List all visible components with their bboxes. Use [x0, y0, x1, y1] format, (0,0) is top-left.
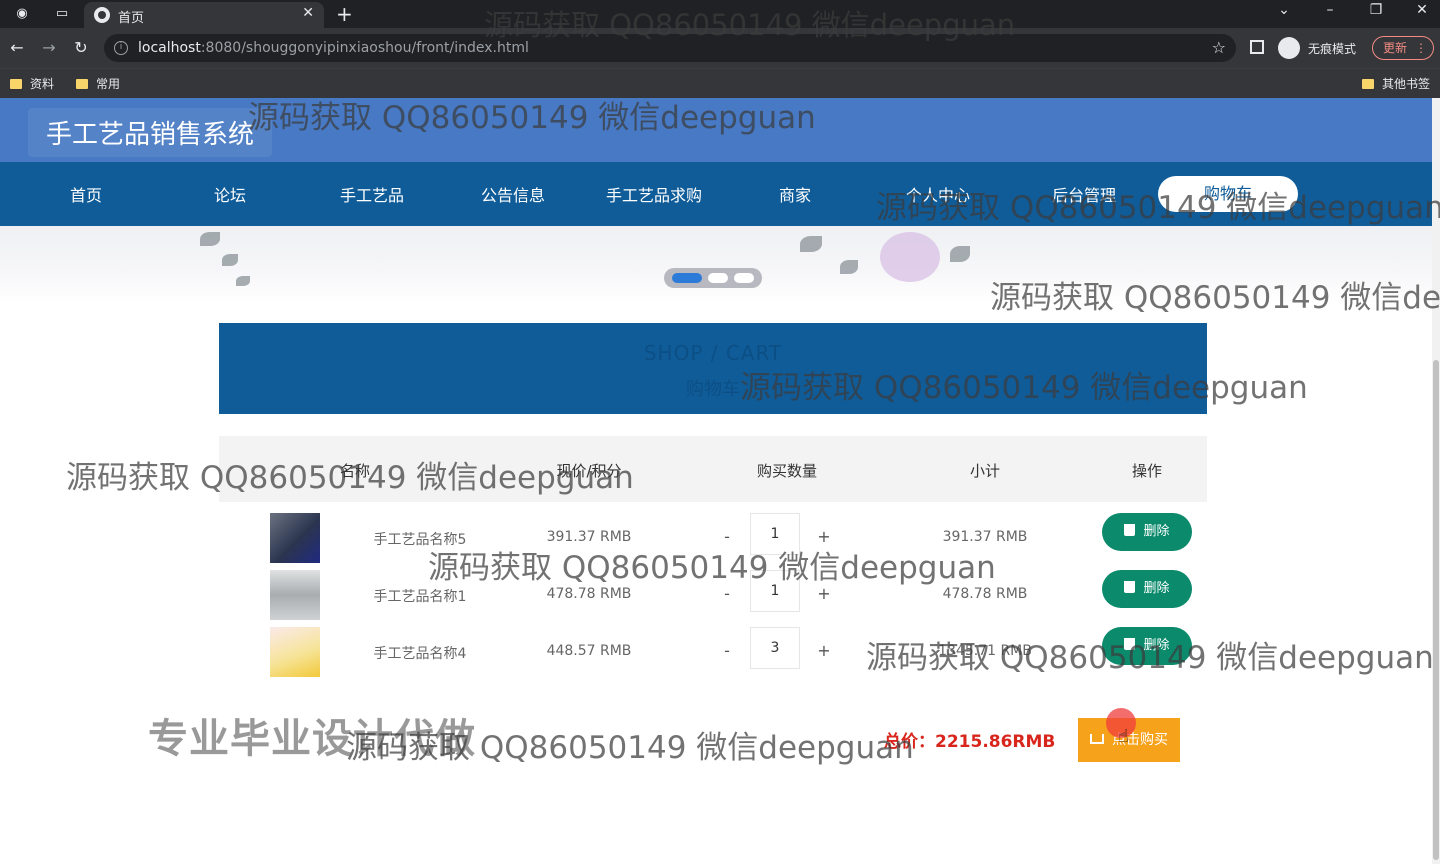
- watermark-text: 源码获取 QQ86050149 微信deepguan: [484, 8, 1016, 42]
- bookmark-folder-ziliao[interactable]: 资料: [10, 75, 54, 93]
- carousel-dot-2[interactable]: [708, 273, 728, 283]
- incognito-label: 无痕模式: [1308, 42, 1357, 56]
- folder-icon: [76, 79, 88, 89]
- nav-announcements[interactable]: 公告信息: [453, 182, 573, 206]
- quantity-increase-button[interactable]: +: [814, 641, 834, 660]
- incognito-icon: [1278, 37, 1300, 59]
- carousel-indicator: [664, 268, 762, 288]
- trash-icon: [1124, 524, 1136, 536]
- product-thumbnail[interactable]: [270, 513, 320, 563]
- forward-icon[interactable]: →: [38, 37, 60, 59]
- url-text[interactable]: localhost:8080/shouggonyipinxiaoshou/fro…: [138, 40, 529, 56]
- watermark-text: 源码获取 QQ86050149 微信deepguan: [876, 190, 1440, 226]
- product-price: 478.78 RMB: [546, 586, 632, 602]
- leaf-decoration: [200, 232, 220, 246]
- watermark-text: 源码获取 QQ86050149 微信deepguan: [248, 100, 816, 136]
- site-info-icon[interactable]: i: [114, 41, 128, 55]
- carousel-dot-1[interactable]: [672, 273, 702, 283]
- tab-search-icon[interactable]: ▭: [52, 4, 72, 24]
- globe-icon: [94, 7, 110, 23]
- nav-merchants[interactable]: 商家: [735, 182, 855, 206]
- delete-button[interactable]: 删除: [1102, 570, 1192, 608]
- row-subtotal: 478.78 RMB: [942, 586, 1028, 602]
- watermark-text: 源码获取 QQ86050149 微信deepguan: [346, 730, 914, 766]
- leaf-decoration: [800, 236, 822, 252]
- update-button[interactable]: 更新 ⋮: [1372, 36, 1434, 60]
- product-thumbnail[interactable]: [270, 627, 320, 677]
- reload-icon[interactable]: ↻: [70, 37, 92, 59]
- back-icon[interactable]: ←: [6, 37, 28, 59]
- watermark-text: 源码获取 QQ86050149 微信deepguan: [740, 370, 1308, 406]
- browser-tab[interactable]: 首页 ✕: [84, 2, 324, 28]
- flower-decoration: [880, 232, 940, 282]
- quantity-decrease-button[interactable]: -: [717, 641, 737, 660]
- restore-icon[interactable]: ❐: [1364, 2, 1388, 18]
- side-panel-icon[interactable]: [1250, 40, 1264, 54]
- nav-home[interactable]: 首页: [26, 182, 146, 206]
- quantity-input[interactable]: 3: [750, 627, 800, 669]
- close-tab-icon[interactable]: ✕: [302, 5, 314, 21]
- column-header-actions: 操作: [1131, 462, 1162, 480]
- delete-button[interactable]: 删除: [1102, 513, 1192, 551]
- bookmark-folder-changyong[interactable]: 常用: [76, 75, 120, 93]
- product-thumbnail[interactable]: [270, 570, 320, 620]
- carousel-dot-3[interactable]: [734, 273, 754, 283]
- new-tab-icon[interactable]: +: [336, 2, 353, 26]
- watermark-text: 源码获取 QQ86050149 微信deepguan: [990, 280, 1440, 316]
- watermark-text: 源码获取 QQ86050149 微信deepguan: [66, 460, 634, 496]
- cart-icon: [1090, 734, 1104, 744]
- bookmark-folder-other[interactable]: 其他书签: [1362, 75, 1430, 93]
- trash-icon: [1124, 581, 1136, 593]
- scrollbar-thumb[interactable]: [1433, 360, 1439, 860]
- close-window-icon[interactable]: ✕: [1410, 2, 1434, 18]
- browser-menu-icon[interactable]: ◉: [12, 4, 32, 24]
- tab-list-chevron-icon[interactable]: ⌄: [1272, 2, 1296, 18]
- bookmark-star-icon[interactable]: ☆: [1212, 38, 1226, 57]
- product-name[interactable]: 手工艺品名称1: [359, 586, 481, 606]
- tab-title: 首页: [118, 11, 145, 26]
- leaf-decoration: [236, 276, 250, 286]
- leaf-decoration: [222, 254, 238, 266]
- nav-purchase-requests[interactable]: 手工艺品求购: [594, 182, 714, 206]
- minimize-icon[interactable]: –: [1318, 2, 1342, 18]
- watermark-text: 源码获取 QQ86050149 微信deepguan: [866, 640, 1434, 676]
- nav-handicrafts[interactable]: 手工艺品: [312, 182, 432, 206]
- folder-icon: [1362, 79, 1374, 89]
- product-name[interactable]: 手工艺品名称4: [359, 643, 481, 663]
- column-header-quantity: 购买数量: [756, 462, 817, 480]
- watermark-text: 源码获取 QQ86050149 微信deepguan: [428, 550, 996, 586]
- product-price: 448.57 RMB: [546, 643, 632, 659]
- site-title[interactable]: 手工艺品销售系统: [28, 108, 273, 157]
- leaf-decoration: [840, 260, 858, 274]
- pointer-cursor-icon: ☝: [1118, 726, 1129, 747]
- folder-icon: [10, 79, 22, 89]
- column-header-subtotal: 小计: [969, 462, 1000, 480]
- nav-forum[interactable]: 论坛: [170, 182, 290, 206]
- leaf-decoration: [950, 246, 970, 262]
